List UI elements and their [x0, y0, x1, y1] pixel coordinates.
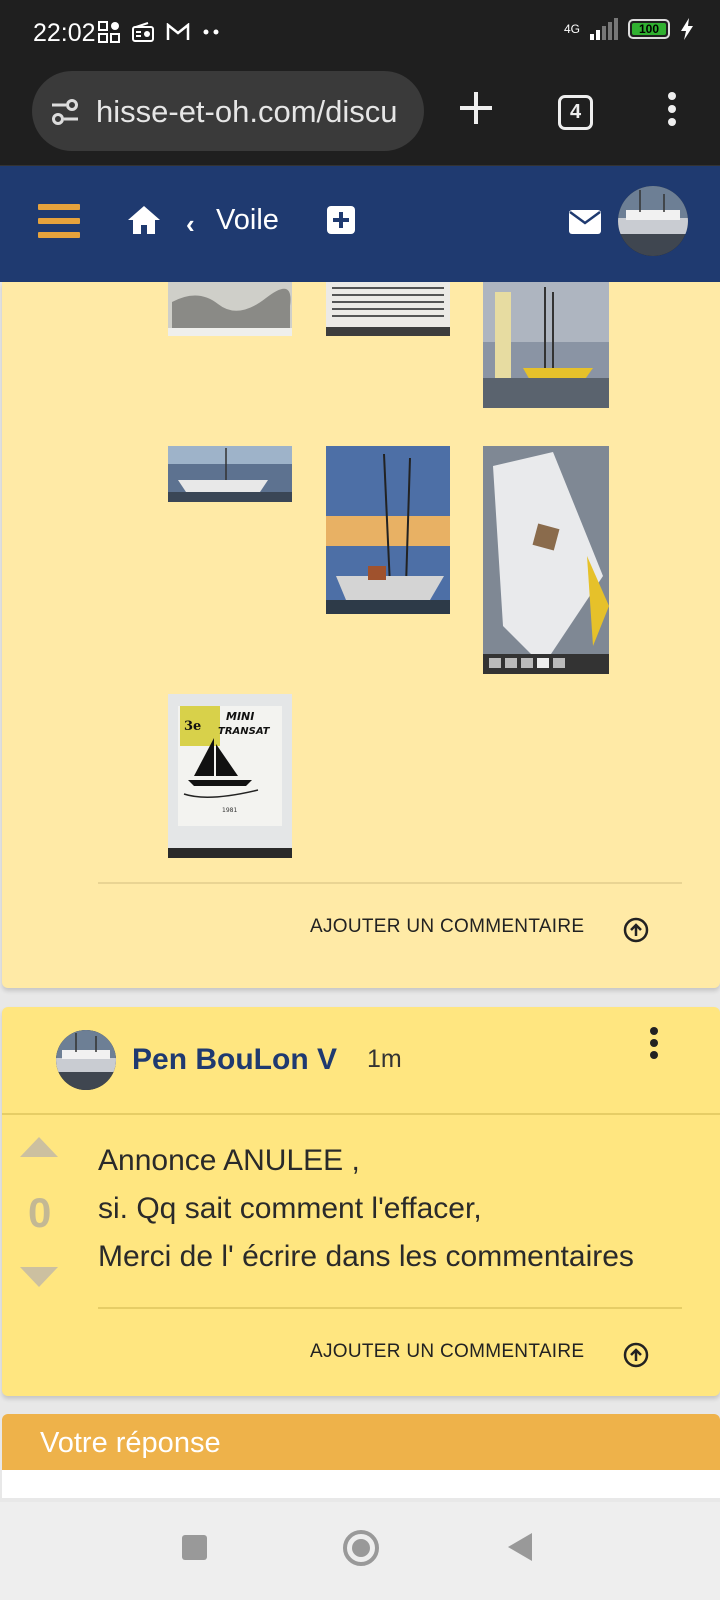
site-settings-icon[interactable]: [50, 98, 80, 126]
reply-title: Votre réponse: [40, 1427, 221, 1459]
signal-icon: [590, 18, 618, 40]
gallery-image[interactable]: [168, 446, 292, 502]
more-notifications-icon: [203, 29, 219, 35]
mail-icon[interactable]: [569, 210, 601, 234]
post-card: Pen BouLon V 1m 0 Annonce ANULEE , si. Q…: [2, 1007, 720, 1396]
reply-section-header: Votre réponse: [2, 1414, 720, 1470]
add-comment-link[interactable]: AJOUTER UN COMMENTAIRE: [310, 916, 584, 938]
browser-menu-icon[interactable]: [661, 92, 683, 134]
recents-icon[interactable]: [182, 1535, 207, 1560]
scroll-up-icon[interactable]: [623, 1342, 649, 1368]
booklet-cover-image[interactable]: 3e MINI TRANSAT 1981: [168, 694, 292, 858]
chevron-left-icon[interactable]: ‹: [186, 209, 195, 240]
notification-icons: [98, 21, 220, 43]
hamburger-menu-icon[interactable]: [38, 204, 80, 240]
new-tab-icon[interactable]: [456, 88, 496, 128]
vote-count: 0: [28, 1189, 52, 1236]
site-header: ‹ Voile: [0, 166, 720, 282]
battery-icon: 100: [628, 19, 670, 39]
gallery-image[interactable]: [168, 282, 292, 336]
address-bar[interactable]: hisse-et-oh.com/discu: [32, 71, 424, 151]
user-avatar[interactable]: [618, 186, 688, 256]
radio-icon: [132, 22, 154, 42]
home-icon[interactable]: [126, 204, 162, 236]
system-nav-bar: [0, 1502, 720, 1600]
tab-switcher-button[interactable]: 4: [558, 95, 593, 130]
card-divider: [98, 1307, 682, 1309]
add-post-icon[interactable]: [327, 206, 355, 234]
post-time: 1m: [367, 1045, 402, 1073]
gallery-image[interactable]: [326, 446, 450, 614]
network-type: 4G: [563, 22, 580, 36]
post-line: si. Qq sait comment l'effacer,: [98, 1192, 482, 1225]
upvote-icon[interactable]: [20, 1137, 58, 1157]
booklet-year: 1981: [222, 807, 237, 814]
scroll-up-icon[interactable]: [623, 917, 649, 943]
downvote-icon[interactable]: [20, 1267, 58, 1287]
battery-level: 100: [632, 23, 666, 36]
post-options-icon[interactable]: [649, 1027, 659, 1063]
booklet-title-1: MINI: [226, 710, 254, 723]
url-text[interactable]: hisse-et-oh.com/discu: [96, 94, 406, 130]
add-comment-link[interactable]: AJOUTER UN COMMENTAIRE: [310, 1341, 584, 1363]
browser-toolbar: hisse-et-oh.com/discu 4: [0, 68, 720, 166]
author-avatar[interactable]: [56, 1030, 116, 1090]
grid-app-icon: [98, 21, 120, 43]
post-line: Merci de l' écrire dans les commentaires: [98, 1240, 634, 1273]
charging-icon: [681, 18, 693, 40]
home-button-icon[interactable]: [343, 1530, 379, 1566]
status-right: 4G 100: [564, 18, 694, 40]
booklet-title-2: TRANSAT: [218, 726, 271, 737]
status-time: 22:02: [33, 19, 96, 47]
breadcrumb-category[interactable]: Voile: [216, 204, 279, 237]
reply-editor[interactable]: [2, 1470, 720, 1498]
card-divider: [98, 882, 682, 884]
post-header: Pen BouLon V 1m: [2, 1007, 720, 1115]
post-line: Annonce ANULEE ,: [98, 1144, 360, 1177]
gallery-image[interactable]: [326, 282, 450, 336]
gallery-image[interactable]: [483, 446, 609, 674]
post-author[interactable]: Pen BouLon V: [132, 1043, 337, 1077]
gmail-icon: [166, 23, 190, 40]
gallery-image[interactable]: [483, 282, 609, 408]
post-body: Annonce ANULEE , si. Qq sait comment l'e…: [98, 1137, 634, 1281]
previous-post-card: 3e MINI TRANSAT 1981 AJOUTER UN COMMENTAIRE: [2, 282, 720, 988]
status-bar: 22:02 4G 100: [0, 0, 720, 68]
back-icon[interactable]: [508, 1533, 532, 1561]
booklet-edition: 3e: [184, 719, 201, 734]
